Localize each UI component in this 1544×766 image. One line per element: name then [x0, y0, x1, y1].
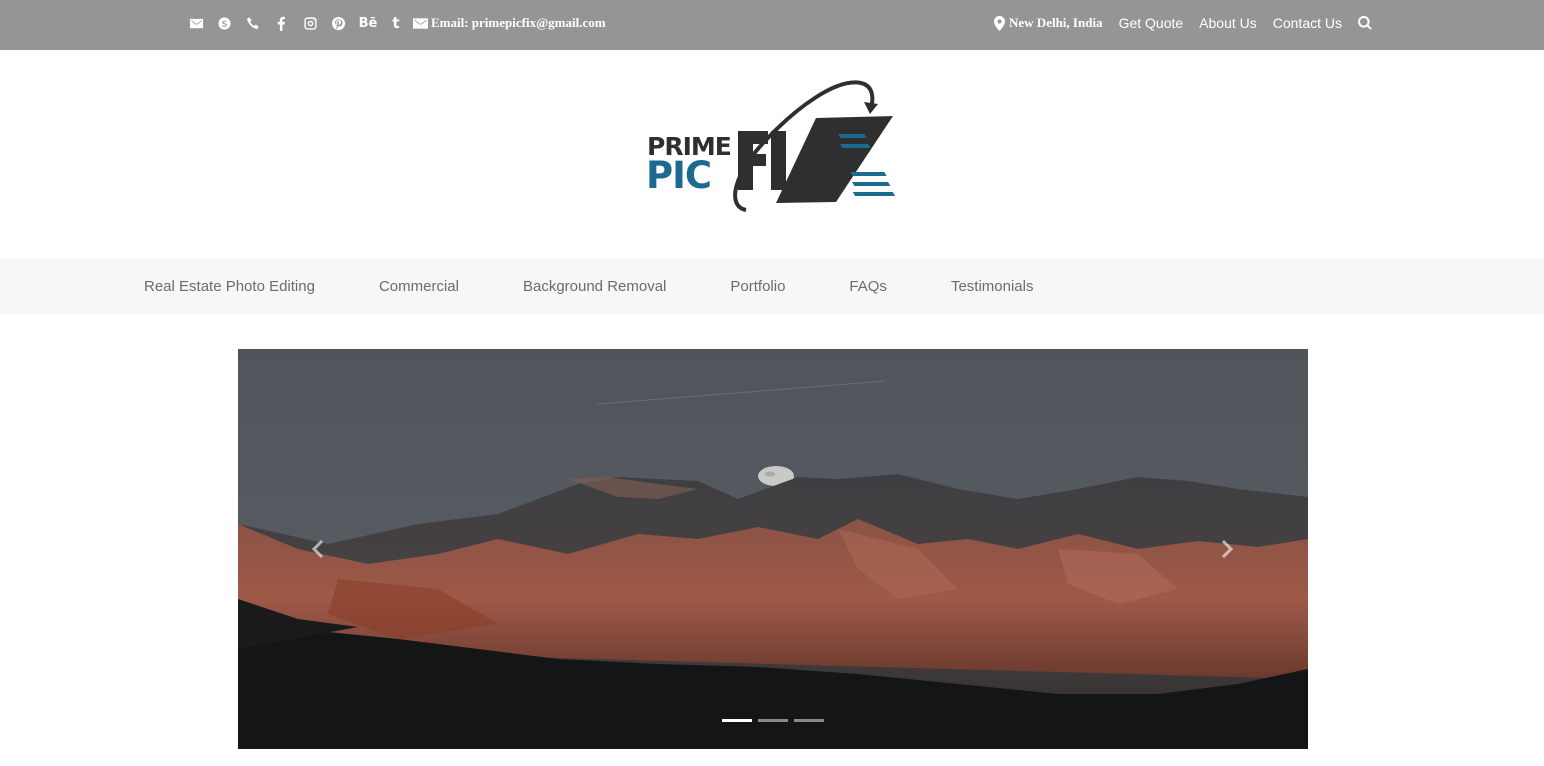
location: New Delhi, India: [994, 15, 1103, 31]
carousel-indicator[interactable]: [758, 719, 788, 722]
contact-us-link[interactable]: Contact Us: [1273, 15, 1342, 31]
get-quote-link[interactable]: Get Quote: [1119, 15, 1184, 31]
nav-item-testimonials[interactable]: Testimonials: [951, 278, 1034, 295]
logo-pic-text: PIC: [646, 154, 711, 197]
main-nav: Real Estate Photo Editing Commercial Bac…: [0, 258, 1544, 314]
location-label: New Delhi, India: [1009, 15, 1103, 30]
tumblr-icon[interactable]: t: [388, 15, 404, 31]
envelope-icon: [413, 17, 428, 29]
about-us-link[interactable]: About Us: [1199, 15, 1257, 31]
carousel-indicator[interactable]: [722, 719, 752, 722]
top-links: New Delhi, India Get Quote About Us Cont…: [994, 0, 1372, 46]
mountain-landscape-image: [238, 349, 1308, 749]
carousel-indicator[interactable]: [794, 719, 824, 722]
email-contact[interactable]: Email: primepicfix@gmail.com: [413, 15, 606, 31]
skype-icon[interactable]: [217, 15, 233, 31]
behance-icon[interactable]: Bē: [359, 15, 378, 31]
nav-item-faqs[interactable]: FAQs: [849, 278, 887, 295]
facebook-icon[interactable]: [274, 15, 290, 31]
hero-carousel[interactable]: [238, 349, 1308, 749]
carousel-indicators: [722, 719, 830, 722]
chevron-right-icon: [1221, 539, 1234, 559]
carousel-next-button[interactable]: [1215, 537, 1239, 561]
map-marker-icon: [994, 15, 1006, 31]
site-logo[interactable]: PRIME PIC: [646, 78, 898, 220]
carousel-prev-button[interactable]: [306, 537, 330, 561]
nav-item-background-removal[interactable]: Background Removal: [523, 278, 666, 295]
email-label[interactable]: Email: primepicfix@gmail.com: [431, 15, 606, 31]
envelope-icon[interactable]: [188, 15, 204, 31]
nav-item-portfolio[interactable]: Portfolio: [730, 278, 785, 295]
pinterest-icon[interactable]: [331, 15, 347, 31]
nav-item-commercial[interactable]: Commercial: [379, 278, 459, 295]
social-icons: Bē t Email: primepicfix@gmail.com: [188, 0, 606, 46]
chevron-left-icon: [311, 539, 324, 559]
nav-item-real-estate-photo-editing[interactable]: Real Estate Photo Editing: [144, 278, 315, 295]
instagram-icon[interactable]: [302, 15, 318, 31]
phone-icon[interactable]: [245, 15, 261, 31]
top-bar: Bē t Email: primepicfix@gmail.com New De…: [0, 0, 1544, 50]
search-icon[interactable]: [1358, 16, 1372, 30]
